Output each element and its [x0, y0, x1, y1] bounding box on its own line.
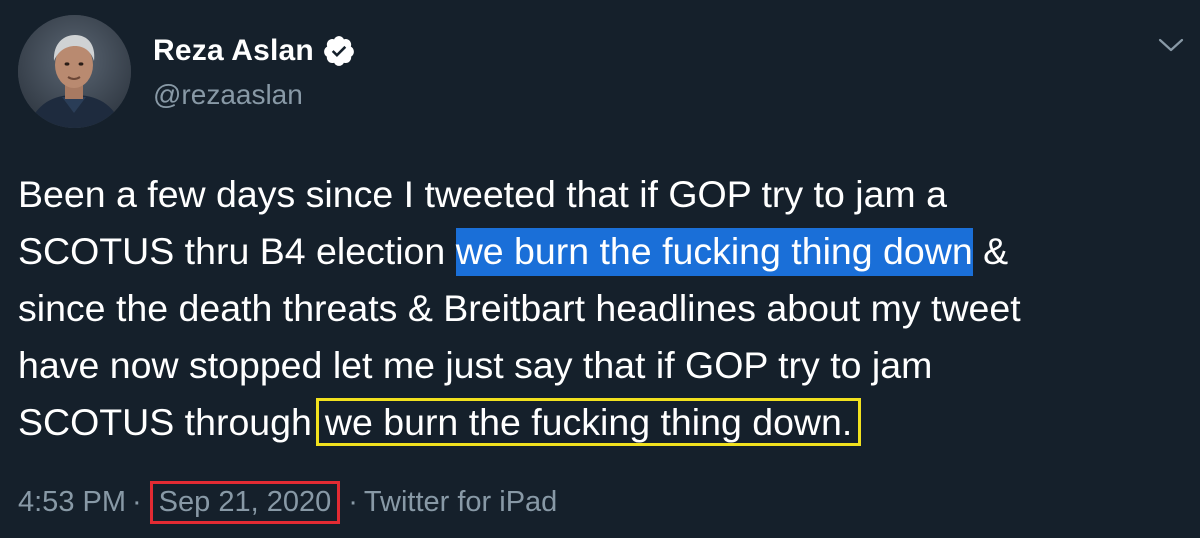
tweet-line-5-text: SCOTUS through	[18, 401, 312, 443]
verified-badge-icon	[322, 34, 356, 68]
tweet-line-1: Been a few days since I tweeted that if …	[18, 173, 947, 215]
blue-highlighted-phrase: we burn the fucking thing down	[455, 228, 973, 276]
tweet-text: Been a few days since I tweeted that if …	[18, 166, 1193, 451]
tweet-line-2: SCOTUS thru B4 election we burn the fuck…	[18, 223, 1193, 280]
tweet-source[interactable]: Twitter for iPad	[364, 486, 557, 519]
tweet-meta: 4:53 PM · Sep 21, 2020 · Twitter for iPa…	[18, 478, 557, 526]
display-name[interactable]: Reza Aslan	[153, 34, 314, 68]
handle[interactable]: @rezaaslan	[153, 79, 303, 111]
avatar[interactable]	[18, 15, 131, 128]
chevron-down-icon[interactable]	[1156, 33, 1186, 57]
avatar-image	[18, 15, 131, 128]
tweet-line-2-text: SCOTUS thru B4 election	[18, 230, 456, 272]
tweet-time[interactable]: 4:53 PM	[18, 486, 126, 519]
author-row: Reza Aslan	[153, 28, 356, 74]
tweet-line-4: have now stopped let me just say that if…	[18, 344, 933, 386]
meta-separator: ·	[132, 485, 142, 518]
tweet-line-2-end: &	[972, 230, 1009, 272]
tweet-line-5: SCOTUS through we burn the fucking thing …	[18, 394, 1193, 451]
yellow-boxed-phrase: we burn the fucking thing down.	[315, 398, 862, 446]
meta-separator-2: ·	[348, 485, 358, 518]
tweet-date[interactable]: Sep 21, 2020	[149, 480, 341, 524]
tweet-card: Reza Aslan @rezaaslan Been a few days si…	[0, 0, 1200, 538]
tweet-line-3: since the death threats & Breitbart head…	[18, 287, 1021, 329]
